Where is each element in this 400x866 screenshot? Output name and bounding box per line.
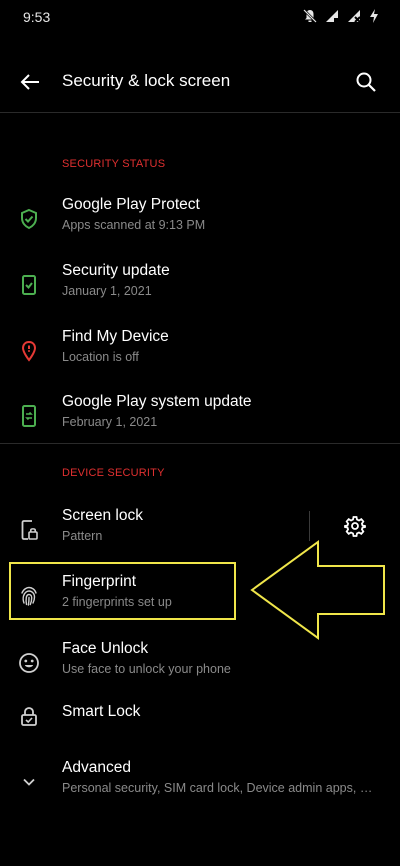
list-item-google-play-protect[interactable]: Google Play Protect Apps scanned at 9:13… — [0, 190, 400, 250]
item-subtitle: Use face to unlock your phone — [62, 662, 231, 676]
list-item-advanced[interactable]: Advanced Personal security, SIM card loc… — [0, 753, 400, 813]
signal-icon — [324, 8, 340, 29]
section-header-security-status: SECURITY STATUS — [62, 158, 166, 170]
location-pin-icon — [14, 336, 44, 366]
status-icons — [302, 8, 380, 29]
item-subtitle: Location is off — [62, 350, 139, 364]
phone-check-icon — [14, 270, 44, 300]
search-button[interactable] — [348, 64, 384, 100]
chevron-down-icon — [14, 767, 44, 797]
app-bar-divider — [0, 112, 400, 113]
list-item-find-my-device[interactable]: Find My Device Location is off — [0, 322, 400, 382]
back-arrow-icon — [20, 74, 39, 90]
notifications-off-icon — [302, 8, 318, 29]
gear-icon — [344, 516, 366, 537]
item-title: Security update — [62, 262, 170, 279]
page-title: Security & lock screen — [62, 71, 231, 90]
list-item-face-unlock[interactable]: Face Unlock Use face to unlock your phon… — [0, 634, 400, 694]
list-item-screen-lock[interactable]: Screen lock Pattern — [0, 501, 400, 561]
section-divider — [0, 443, 400, 444]
item-subtitle: January 1, 2021 — [62, 284, 152, 298]
phone-sync-icon — [14, 401, 44, 431]
item-subtitle: 2 fingerprints set up — [62, 595, 172, 609]
status-time: 9:53 — [23, 9, 51, 25]
search-icon — [356, 72, 376, 92]
item-title: Find My Device — [62, 328, 169, 345]
smart-lock-icon — [14, 701, 44, 731]
shield-check-icon — [14, 204, 44, 234]
list-item-fingerprint[interactable]: Fingerprint 2 fingerprints set up — [0, 567, 400, 627]
phone-lock-icon — [14, 515, 44, 545]
item-subtitle: Pattern — [62, 529, 103, 543]
item-subtitle: Apps scanned at 9:13 PM — [62, 218, 206, 232]
fingerprint-icon — [14, 581, 44, 611]
face-icon — [14, 648, 44, 678]
status-bar: 9:53 — [0, 0, 400, 36]
item-title: Face Unlock — [62, 640, 149, 657]
signal-icon-2 — [346, 8, 362, 29]
item-subtitle: February 1, 2021 — [62, 415, 158, 429]
back-button[interactable] — [12, 64, 48, 100]
item-title: Google Play Protect — [62, 196, 200, 213]
list-item-smart-lock[interactable]: Smart Lock — [0, 687, 400, 747]
vertical-divider — [309, 511, 310, 541]
section-header-device-security: DEVICE SECURITY — [62, 467, 165, 479]
item-title: Screen lock — [62, 507, 143, 524]
item-title: Smart Lock — [62, 703, 141, 720]
battery-charging-icon — [368, 8, 380, 29]
item-subtitle: Personal security, SIM card lock, Device… — [62, 781, 380, 795]
screen-lock-settings-button[interactable] — [338, 509, 372, 543]
item-title: Advanced — [62, 759, 131, 776]
list-item-security-update[interactable]: Security update January 1, 2021 — [0, 256, 400, 316]
app-bar: Security & lock screen — [0, 56, 400, 108]
item-title: Google Play system update — [62, 393, 252, 410]
list-item-google-play-system-update[interactable]: Google Play system update February 1, 20… — [0, 387, 400, 447]
item-title: Fingerprint — [62, 573, 137, 590]
